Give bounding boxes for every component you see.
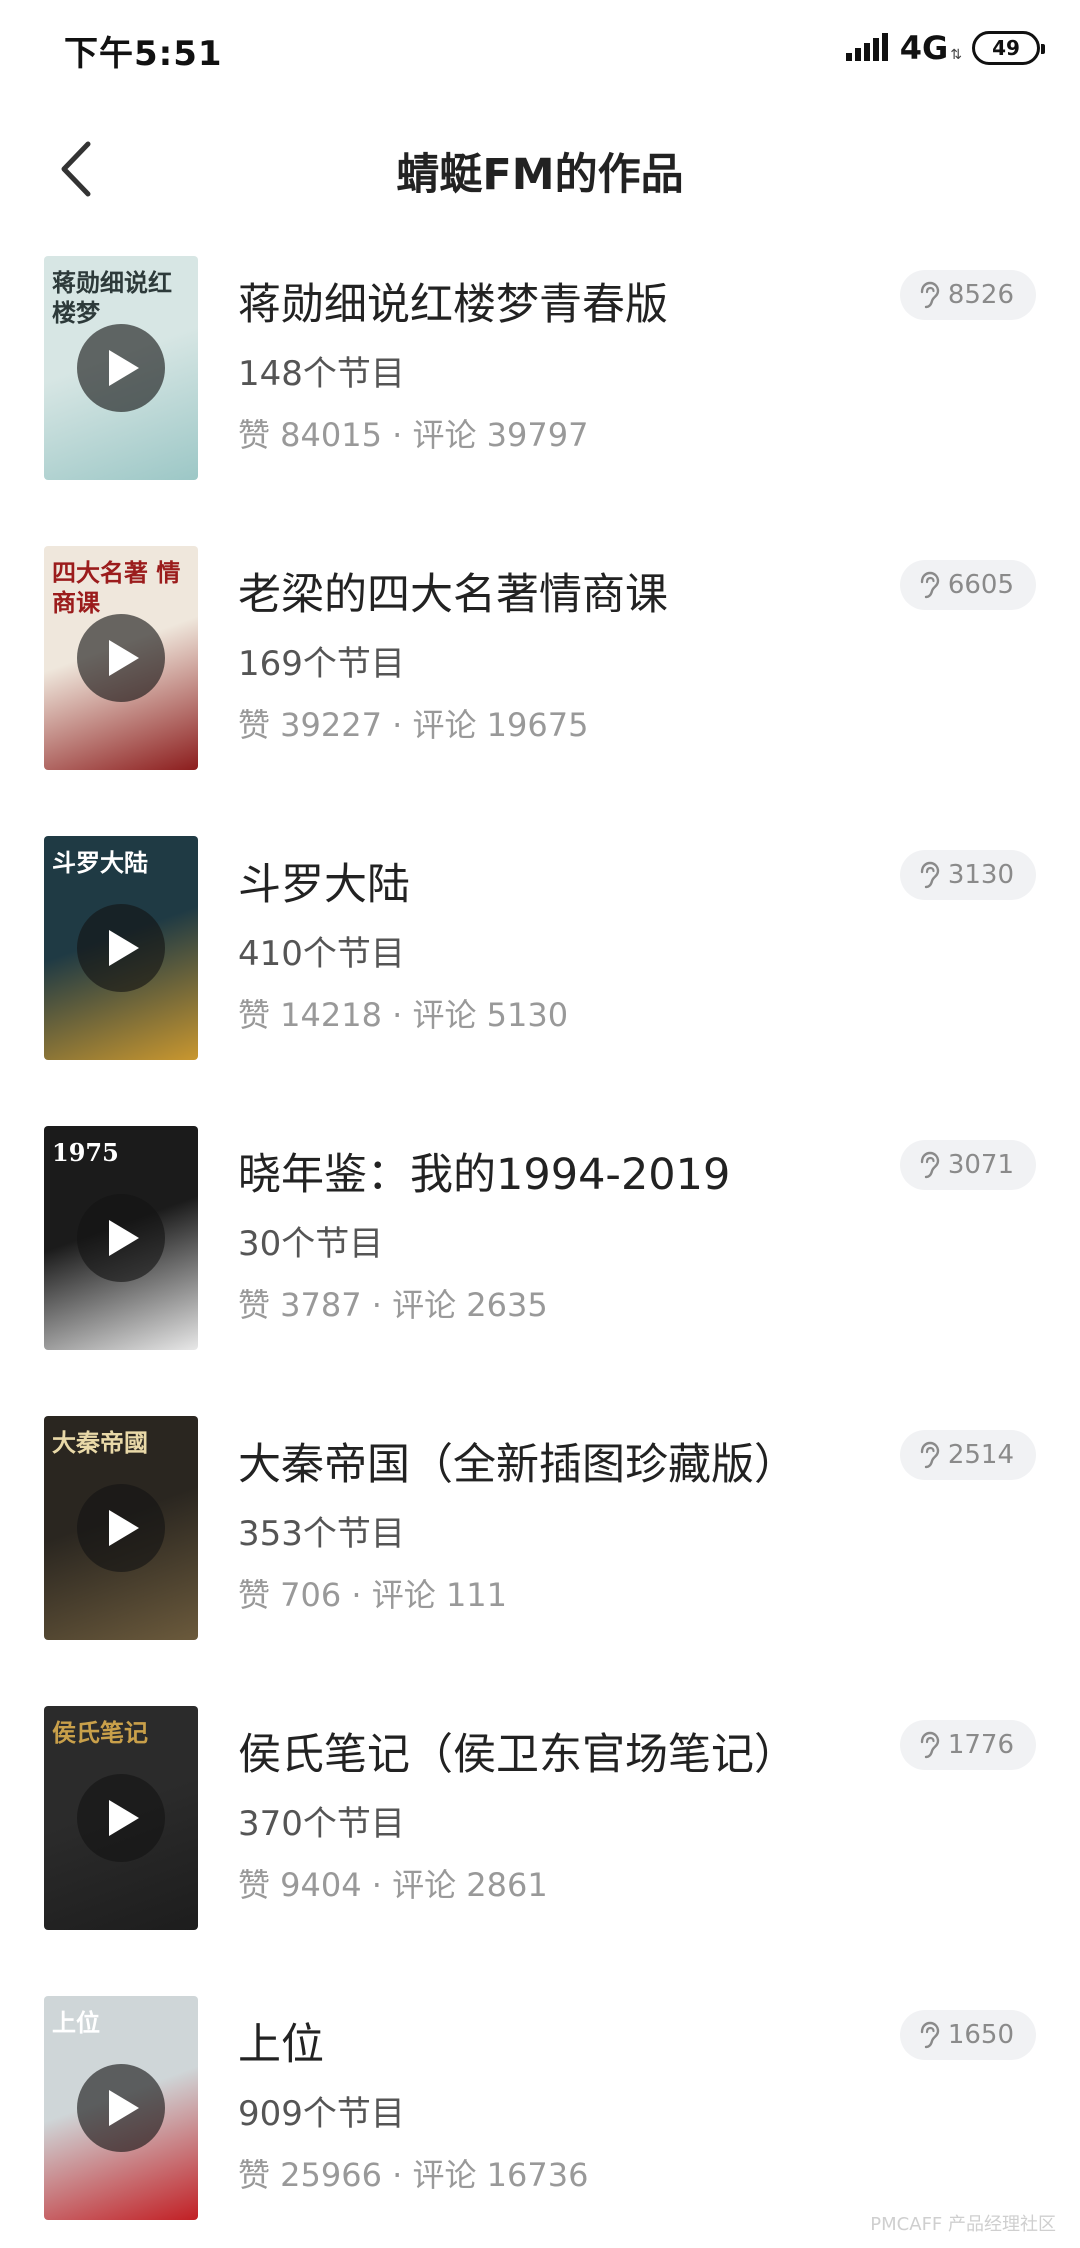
network-type: 4G xyxy=(899,29,949,67)
play-icon xyxy=(109,1800,139,1836)
work-title: 大秦帝国（全新插图珍藏版） xyxy=(238,1440,797,1490)
status-bar: 下午5:51 4G ⇅ 49 xyxy=(0,0,1080,96)
work-title: 蒋勋细说红楼梦青春版 xyxy=(238,280,668,330)
work-list: 蒋勋细说红楼梦 蒋勋细说红楼梦青春版 148个节目 赞 84015 · 评论 3… xyxy=(0,250,1080,2248)
ear-icon xyxy=(920,1441,940,1469)
cover-title-text: 大秦帝國 xyxy=(52,1428,148,1457)
status-icons: 4G ⇅ 49 xyxy=(845,28,1045,68)
play-button[interactable] xyxy=(77,2064,165,2152)
listen-count: 1650 xyxy=(947,2020,1014,2050)
work-episode-count: 353个节目 xyxy=(238,1514,405,1554)
play-icon xyxy=(109,1510,139,1546)
play-button[interactable] xyxy=(77,904,165,992)
work-title: 侯氏笔记（侯卫东官场笔记） xyxy=(238,1730,797,1780)
play-button[interactable] xyxy=(77,324,165,412)
work-stats: 赞 14218 · 评论 5130 xyxy=(238,996,569,1034)
play-icon xyxy=(109,640,139,676)
listen-count: 6605 xyxy=(947,570,1014,600)
work-list-item[interactable]: 蒋勋细说红楼梦 蒋勋细说红楼梦青春版 148个节目 赞 84015 · 评论 3… xyxy=(0,250,1080,540)
listen-count: 3071 xyxy=(947,1150,1014,1180)
work-episode-count: 30个节目 xyxy=(238,1224,384,1264)
work-stats: 赞 39227 · 评论 19675 xyxy=(238,706,589,744)
work-title: 老梁的四大名著情商课 xyxy=(238,570,668,620)
ear-icon xyxy=(920,861,940,889)
cover-title-text: 1975 xyxy=(52,1138,119,1167)
work-cover[interactable]: 1975 xyxy=(44,1126,198,1350)
data-activity-icon: ⇅ xyxy=(950,47,962,63)
work-stats: 赞 84015 · 评论 39797 xyxy=(238,416,589,454)
ear-icon xyxy=(920,1731,940,1759)
work-cover[interactable]: 侯氏笔记 xyxy=(44,1706,198,1930)
listen-count: 1776 xyxy=(947,1730,1014,1760)
work-cover[interactable]: 上位 xyxy=(44,1996,198,2220)
listen-count-badge: 8526 xyxy=(899,270,1036,320)
signal-icon xyxy=(845,33,888,63)
work-stats: 赞 3787 · 评论 2635 xyxy=(238,1286,548,1324)
ear-icon xyxy=(920,1151,940,1179)
play-button[interactable] xyxy=(77,1484,165,1572)
ear-icon xyxy=(920,2021,940,2049)
work-list-item[interactable]: 斗罗大陆 斗罗大陆 410个节目 赞 14218 · 评论 5130 3130 xyxy=(0,830,1080,1120)
ear-icon xyxy=(920,281,940,309)
listen-count: 8526 xyxy=(947,280,1014,310)
page-title: 蜻蜓FM的作品 xyxy=(396,150,684,200)
work-list-item[interactable]: 侯氏笔记 侯氏笔记（侯卫东官场笔记） 370个节目 赞 9404 · 评论 28… xyxy=(0,1700,1080,1990)
work-cover[interactable]: 斗罗大陆 xyxy=(44,836,198,1060)
work-stats: 赞 25966 · 评论 16736 xyxy=(238,2156,589,2194)
listen-count-badge: 3130 xyxy=(899,850,1036,900)
play-icon xyxy=(109,2090,139,2126)
work-list-item[interactable]: 大秦帝國 大秦帝国（全新插图珍藏版） 353个节目 赞 706 · 评论 111… xyxy=(0,1410,1080,1700)
play-button[interactable] xyxy=(77,614,165,702)
listen-count-badge: 1650 xyxy=(899,2010,1036,2060)
listen-count-badge: 6605 xyxy=(899,560,1036,610)
work-stats: 赞 9404 · 评论 2861 xyxy=(238,1866,548,1904)
cover-title-text: 蒋勋细说红楼梦 xyxy=(52,268,172,327)
listen-count-badge: 1776 xyxy=(899,1720,1036,1770)
listen-count: 3130 xyxy=(947,860,1014,890)
work-cover[interactable]: 四大名著 情商课 xyxy=(44,546,198,770)
listen-count-badge: 3071 xyxy=(899,1140,1036,1190)
battery-icon: 49 xyxy=(972,31,1045,65)
work-title: 上位 xyxy=(238,2020,324,2070)
play-button[interactable] xyxy=(77,1774,165,1862)
work-episode-count: 370个节目 xyxy=(238,1804,405,1844)
work-episode-count: 148个节目 xyxy=(238,354,405,394)
work-cover[interactable]: 蒋勋细说红楼梦 xyxy=(44,256,198,480)
cover-title-text: 斗罗大陆 xyxy=(52,848,148,877)
header: 蜻蜓FM的作品 xyxy=(0,120,1080,220)
work-stats: 赞 706 · 评论 111 xyxy=(238,1576,508,1614)
play-icon xyxy=(109,930,139,966)
work-title: 晓年鉴：我的1994-2019 xyxy=(238,1150,731,1200)
status-time: 下午5:51 xyxy=(64,34,223,74)
work-list-item[interactable]: 1975 晓年鉴：我的1994-2019 30个节目 赞 3787 · 评论 2… xyxy=(0,1120,1080,1410)
cover-title-text: 上位 xyxy=(52,2008,100,2037)
work-title: 斗罗大陆 xyxy=(238,860,410,910)
listen-count: 2514 xyxy=(947,1440,1014,1470)
play-icon xyxy=(109,1220,139,1256)
listen-count-badge: 2514 xyxy=(899,1430,1036,1480)
work-episode-count: 410个节目 xyxy=(238,934,405,974)
play-button[interactable] xyxy=(77,1194,165,1282)
watermark: PMCAFF 产品经理社区 xyxy=(870,2214,1056,2235)
work-episode-count: 909个节目 xyxy=(238,2094,405,2134)
work-list-item[interactable]: 四大名著 情商课 老梁的四大名著情商课 169个节目 赞 39227 · 评论 … xyxy=(0,540,1080,830)
work-cover[interactable]: 大秦帝國 xyxy=(44,1416,198,1640)
ear-icon xyxy=(920,571,940,599)
cover-title-text: 四大名著 情商课 xyxy=(52,558,181,617)
cover-title-text: 侯氏笔记 xyxy=(52,1718,148,1747)
play-icon xyxy=(109,350,139,386)
battery-level: 49 xyxy=(992,36,1020,60)
work-episode-count: 169个节目 xyxy=(238,644,405,684)
